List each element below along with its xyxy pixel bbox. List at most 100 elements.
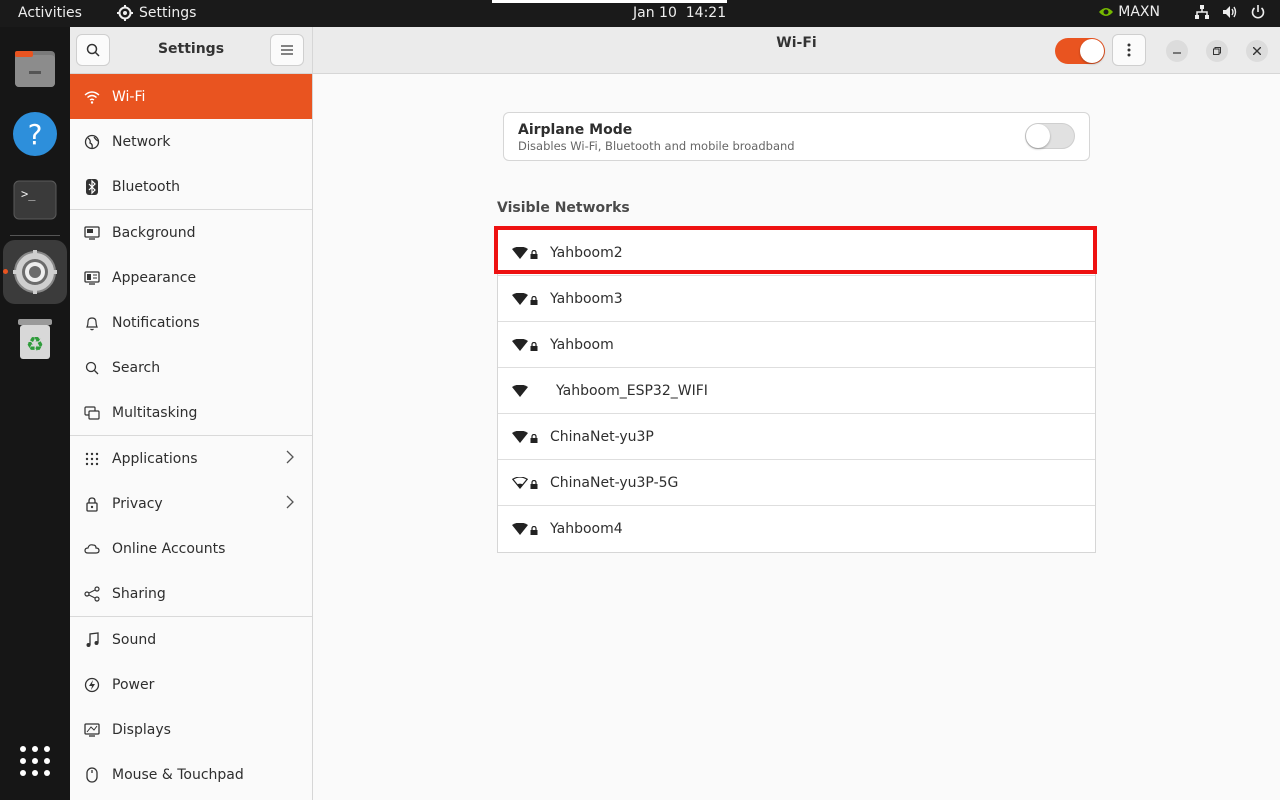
minimize-button[interactable]	[1166, 40, 1188, 62]
bluetooth-icon	[84, 178, 100, 195]
lock-icon	[530, 431, 538, 447]
clock-date: Jan 10	[633, 5, 677, 21]
hamburger-icon	[281, 45, 293, 55]
search-icon	[84, 360, 100, 376]
network-name: Yahboom3	[550, 290, 623, 307]
main-menu-button[interactable]	[270, 34, 304, 66]
terminal-app-icon[interactable]: >_	[8, 173, 62, 227]
wifi-signal-icon	[512, 384, 540, 397]
network-name: Yahboom4	[550, 521, 623, 537]
mouse-icon	[84, 766, 100, 783]
airplane-mode-row: Airplane Mode Disables Wi-Fi, Bluetooth …	[503, 112, 1090, 161]
monitor-icon	[84, 225, 100, 241]
airplane-mode-toggle[interactable]	[1025, 123, 1075, 149]
sidebar-item-notifications[interactable]: Notifications	[70, 300, 312, 345]
sidebar-item-label: Appearance	[112, 269, 197, 286]
cloud-icon	[84, 541, 100, 557]
clock-time: 14:21	[685, 5, 727, 21]
sidebar-item-label: Sharing	[112, 585, 166, 602]
sidebar-item-bluetooth[interactable]: Bluetooth	[70, 164, 312, 209]
multitasking-icon	[84, 405, 100, 421]
dock: ? >_ ♻	[0, 27, 70, 800]
sidebar-item-label: Applications	[112, 450, 198, 467]
restore-button[interactable]	[1206, 40, 1228, 62]
sidebar-item-wifi[interactable]: Wi-Fi	[70, 74, 312, 119]
app-menu[interactable]: Settings	[117, 5, 196, 21]
svg-text:?: ?	[28, 118, 43, 151]
wifi-toggle[interactable]	[1055, 38, 1105, 64]
kebab-menu-icon	[1127, 43, 1131, 57]
sidebar-item-background[interactable]: Background	[70, 210, 312, 255]
sidebar-item-displays[interactable]: Displays	[70, 707, 312, 752]
files-app-icon[interactable]	[8, 42, 62, 96]
close-icon	[1253, 47, 1261, 55]
wifi-signal-icon	[512, 335, 540, 355]
share-icon	[84, 585, 100, 602]
sidebar-item-label: Background	[112, 224, 196, 241]
network-name: ChinaNet-yu3P	[550, 428, 654, 445]
sidebar-item-mouse-touchpad[interactable]: Mouse & Touchpad	[70, 752, 312, 797]
top-bar: Activities Settings Jan 10 14:21 MAXN	[0, 0, 1280, 27]
network-row[interactable]: Yahboom3	[498, 276, 1095, 322]
trash-app-icon[interactable]: ♻	[8, 312, 62, 366]
wifi-signal-weak-icon	[512, 473, 540, 493]
wifi-signal-icon	[512, 243, 540, 263]
app-menu-label: Settings	[139, 5, 197, 21]
dock-separator	[10, 235, 60, 236]
display-icon	[84, 722, 100, 738]
bell-icon	[84, 315, 100, 331]
network-name: Yahboom_ESP32_WIFI	[556, 382, 708, 399]
chevron-right-icon	[286, 495, 294, 513]
grid-icon	[84, 451, 100, 467]
sidebar-item-label: Notifications	[112, 314, 200, 331]
clock[interactable]: Jan 10 14:21	[633, 5, 726, 21]
close-button[interactable]	[1246, 40, 1268, 62]
sidebar-item-online-accounts[interactable]: Online Accounts	[70, 526, 312, 571]
sidebar-item-appearance[interactable]: Appearance	[70, 255, 312, 300]
help-app-icon[interactable]: ?	[8, 107, 62, 161]
sidebar-item-label: Network	[112, 133, 171, 150]
sidebar-item-applications[interactable]: Applications	[70, 436, 312, 481]
network-row[interactable]: ChinaNet-yu3P-5G	[498, 460, 1095, 506]
toggle-knob	[1080, 39, 1104, 63]
sidebar-item-multitasking[interactable]: Multitasking	[70, 390, 312, 435]
lock-icon	[530, 247, 538, 263]
svg-text:>_: >_	[21, 187, 36, 201]
lock-icon	[530, 523, 538, 539]
gear-icon	[117, 5, 133, 21]
globe-icon	[84, 134, 100, 150]
main-header: Wi-Fi	[313, 27, 1280, 74]
settings-app-icon[interactable]	[3, 240, 67, 304]
network-row[interactable]: Yahboom2	[494, 226, 1097, 276]
activities-button[interactable]: Activities	[18, 5, 82, 21]
network-row[interactable]: Yahboom	[498, 322, 1095, 368]
music-note-icon	[84, 631, 100, 648]
screen-notch	[492, 0, 727, 3]
network-row[interactable]: Yahboom4	[498, 506, 1095, 552]
network-row[interactable]: ChinaNet-yu3P	[498, 414, 1095, 460]
sidebar-item-privacy[interactable]: Privacy	[70, 481, 312, 526]
network-name: ChinaNet-yu3P-5G	[550, 474, 679, 491]
appearance-icon	[84, 270, 100, 286]
wifi-signal-icon	[512, 427, 540, 447]
sidebar-item-power[interactable]: Power	[70, 662, 312, 707]
network-wired-icon	[1195, 5, 1209, 19]
sidebar-item-sound[interactable]: Sound	[70, 617, 312, 662]
sidebar-item-label: Multitasking	[112, 404, 198, 421]
power-mode-indicator[interactable]: MAXN	[1098, 4, 1160, 20]
svg-text:♻: ♻	[26, 332, 44, 356]
airplane-mode-title: Airplane Mode	[518, 122, 633, 138]
sidebar-item-network[interactable]: Network	[70, 119, 312, 164]
airplane-mode-subtitle: Disables Wi-Fi, Bluetooth and mobile bro…	[518, 139, 795, 153]
sidebar-item-label: Mouse & Touchpad	[112, 766, 244, 783]
wifi-options-button[interactable]	[1112, 34, 1146, 66]
network-row[interactable]: Yahboom_ESP32_WIFI	[498, 368, 1095, 414]
system-tray[interactable]: MAXN	[1098, 4, 1266, 20]
sidebar: Settings Wi-Fi Network Bluetooth Backgro…	[70, 27, 313, 800]
show-apps-button[interactable]	[8, 734, 62, 788]
dock-running-indicator	[3, 269, 8, 274]
restore-icon	[1213, 47, 1221, 55]
sidebar-item-search[interactable]: Search	[70, 345, 312, 390]
sidebar-item-label: Privacy	[112, 495, 163, 512]
sidebar-item-sharing[interactable]: Sharing	[70, 571, 312, 616]
